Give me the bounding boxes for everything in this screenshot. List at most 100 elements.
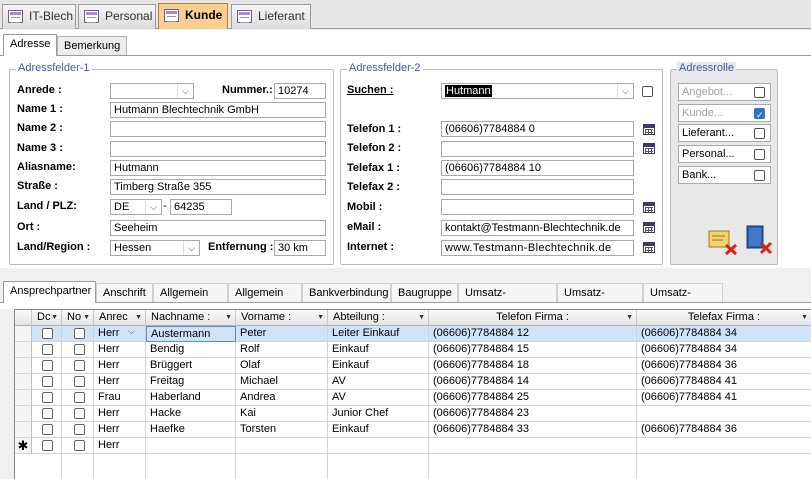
chevron-down-icon[interactable]: ⌵ — [145, 200, 161, 214]
row-selector[interactable] — [15, 342, 32, 358]
phone-dial-icon[interactable] — [643, 202, 655, 213]
chevron-down-icon[interactable]: ⌵ — [183, 241, 199, 255]
sort-arrow-icon[interactable]: ▼ — [626, 310, 633, 325]
cell-telefon[interactable]: (06606)7784884 33 — [429, 422, 637, 438]
cell-vorname[interactable]: Michael — [236, 374, 328, 390]
subtab-umsatz-zahlen[interactable]: Umsatz-Zahlen — [643, 283, 723, 317]
row-checkbox[interactable] — [74, 360, 85, 371]
cell-telefax[interactable]: (06606)7784884 41 — [637, 374, 811, 390]
cell-anrede[interactable]: Herr — [94, 342, 146, 358]
internet-field[interactable]: www.Testmann-Blechtechnik.de — [441, 240, 634, 256]
row-checkbox[interactable] — [74, 424, 85, 435]
cell-anrede[interactable]: Herr — [94, 438, 146, 454]
cell-nachname[interactable]: Bendig — [146, 342, 236, 358]
row-checkbox[interactable] — [42, 408, 53, 419]
column-header[interactable]: Dc ▼ — [32, 310, 62, 326]
row-checkbox[interactable] — [42, 392, 53, 403]
delete-book-icon[interactable] — [742, 224, 774, 255]
column-header[interactable]: Telefax Firma : ▼ — [637, 310, 811, 326]
row-selector[interactable] — [15, 374, 32, 390]
row-checkbox[interactable] — [74, 440, 85, 451]
column-header[interactable]: No ▼ — [62, 310, 94, 326]
browser-icon[interactable] — [643, 242, 655, 253]
empty-cell[interactable] — [328, 438, 429, 454]
empty-cell[interactable] — [637, 438, 811, 454]
cell-telefon[interactable]: (06606)7784884 23 — [429, 406, 637, 422]
empty-cell[interactable] — [429, 438, 637, 454]
grid-corner[interactable] — [15, 310, 32, 326]
row-checkbox[interactable] — [42, 376, 53, 387]
column-header[interactable]: Abteilung : ▼ — [328, 310, 429, 326]
cell-anrede[interactable]: Herr — [94, 374, 146, 390]
cell-nachname[interactable]: Hacke — [146, 406, 236, 422]
row-checkbox[interactable] — [74, 328, 85, 339]
column-header[interactable]: Telefon Firma : ▼ — [429, 310, 637, 326]
role-kunde[interactable]: Kunde... ✓ — [678, 104, 771, 122]
ort-field[interactable]: Seeheim — [110, 220, 326, 236]
row-selector[interactable] — [15, 422, 32, 438]
chevron-down-icon[interactable]: ⌵ — [617, 84, 633, 98]
cell-anrede[interactable]: Frau — [94, 390, 146, 406]
role-personal[interactable]: Personal... — [678, 145, 771, 163]
cell-telefax[interactable]: (06606)7784884 41 — [637, 390, 811, 406]
role-bank[interactable]: Bank... — [678, 166, 771, 184]
cell-anrede[interactable]: Herr — [94, 406, 146, 422]
cell-vorname[interactable]: Andrea — [236, 390, 328, 406]
cell-telefax[interactable]: (06606)7784884 36 — [637, 358, 811, 374]
role-checkbox[interactable] — [754, 87, 765, 98]
cell-abteilung[interactable]: Einkauf — [328, 342, 429, 358]
cell-anrede[interactable]: Herr — [94, 422, 146, 438]
role-checkbox[interactable] — [754, 170, 765, 181]
role-checkbox[interactable] — [754, 128, 765, 139]
entfernung-field[interactable]: 30 km — [274, 240, 326, 256]
nummer-field[interactable]: 10274 — [274, 83, 326, 99]
row-selector[interactable] — [15, 406, 32, 422]
role-angebot[interactable]: Angebot... — [678, 83, 771, 101]
row-checkbox[interactable] — [42, 344, 53, 355]
cell-abteilung[interactable]: Einkauf — [328, 422, 429, 438]
telefon1-field[interactable]: (06606)7784884 0 — [441, 121, 634, 137]
cell-telefon[interactable]: (06606)7784884 25 — [429, 390, 637, 406]
telefax2-field[interactable] — [441, 179, 634, 195]
subtab-bankverbindung[interactable]: Bankverbindung — [302, 283, 391, 302]
cell-telefon[interactable]: (06606)7784884 18 — [429, 358, 637, 374]
row-selector[interactable] — [15, 390, 32, 406]
cell-nachname[interactable]: Brüggert — [146, 358, 236, 374]
empty-cell[interactable] — [236, 438, 328, 454]
edit-note-icon[interactable] — [706, 227, 738, 256]
region-select[interactable]: Hessen ⌵ — [110, 240, 200, 256]
telefon2-field[interactable] — [441, 141, 634, 157]
row-checkbox[interactable] — [74, 344, 85, 355]
mail-icon[interactable] — [643, 222, 655, 233]
row-checkbox[interactable] — [74, 376, 85, 387]
name2-field[interactable] — [110, 121, 326, 137]
chevron-down-icon[interactable]: ⌵ — [128, 326, 135, 337]
cell-telefon[interactable]: (06606)7784884 14 — [429, 374, 637, 390]
doc-tab-lieferant[interactable]: Lieferant — [231, 4, 311, 29]
cell-telefon[interactable]: (06606)7784884 15 — [429, 342, 637, 358]
subtab-ansprechpartner[interactable]: Ansprechpartner — [3, 281, 96, 304]
tab-adresse[interactable]: Adresse — [3, 34, 58, 56]
cell-anrede[interactable]: Herr — [94, 358, 146, 374]
cell-vorname[interactable]: Olaf — [236, 358, 328, 374]
sort-arrow-icon[interactable]: ▼ — [801, 310, 808, 325]
cell-abteilung[interactable]: AV — [328, 374, 429, 390]
role-checkbox[interactable]: ✓ — [754, 108, 765, 120]
telefax1-field[interactable]: (06606)7784884 10 — [441, 160, 634, 176]
row-selector[interactable] — [15, 326, 32, 342]
row-checkbox[interactable] — [42, 360, 53, 371]
cell-nachname[interactable]: Haberland — [146, 390, 236, 406]
cell-vorname[interactable]: Kai — [236, 406, 328, 422]
cell-abteilung[interactable]: Leiter Einkauf — [328, 326, 429, 342]
row-checkbox[interactable] — [74, 408, 85, 419]
doc-tab-it-blech[interactable]: IT-Blech — [2, 4, 76, 29]
subtab-allgemein-1-[interactable]: Allgemein (1) — [153, 283, 228, 317]
doc-tab-kunde[interactable]: Kunde — [158, 3, 228, 29]
strasse-field[interactable]: Timberg Straße 355 — [110, 179, 326, 195]
row-checkbox[interactable] — [74, 392, 85, 403]
phone-dial-icon[interactable] — [643, 143, 655, 154]
name1-field[interactable]: Hutmann Blechtechnik GmbH — [110, 102, 326, 118]
sort-arrow-icon[interactable]: ▼ — [135, 310, 142, 325]
subtab-umsatz-tabelle[interactable]: Umsatz-Tabelle — [557, 283, 643, 317]
column-header[interactable]: Nachname : ▼ — [146, 310, 236, 326]
